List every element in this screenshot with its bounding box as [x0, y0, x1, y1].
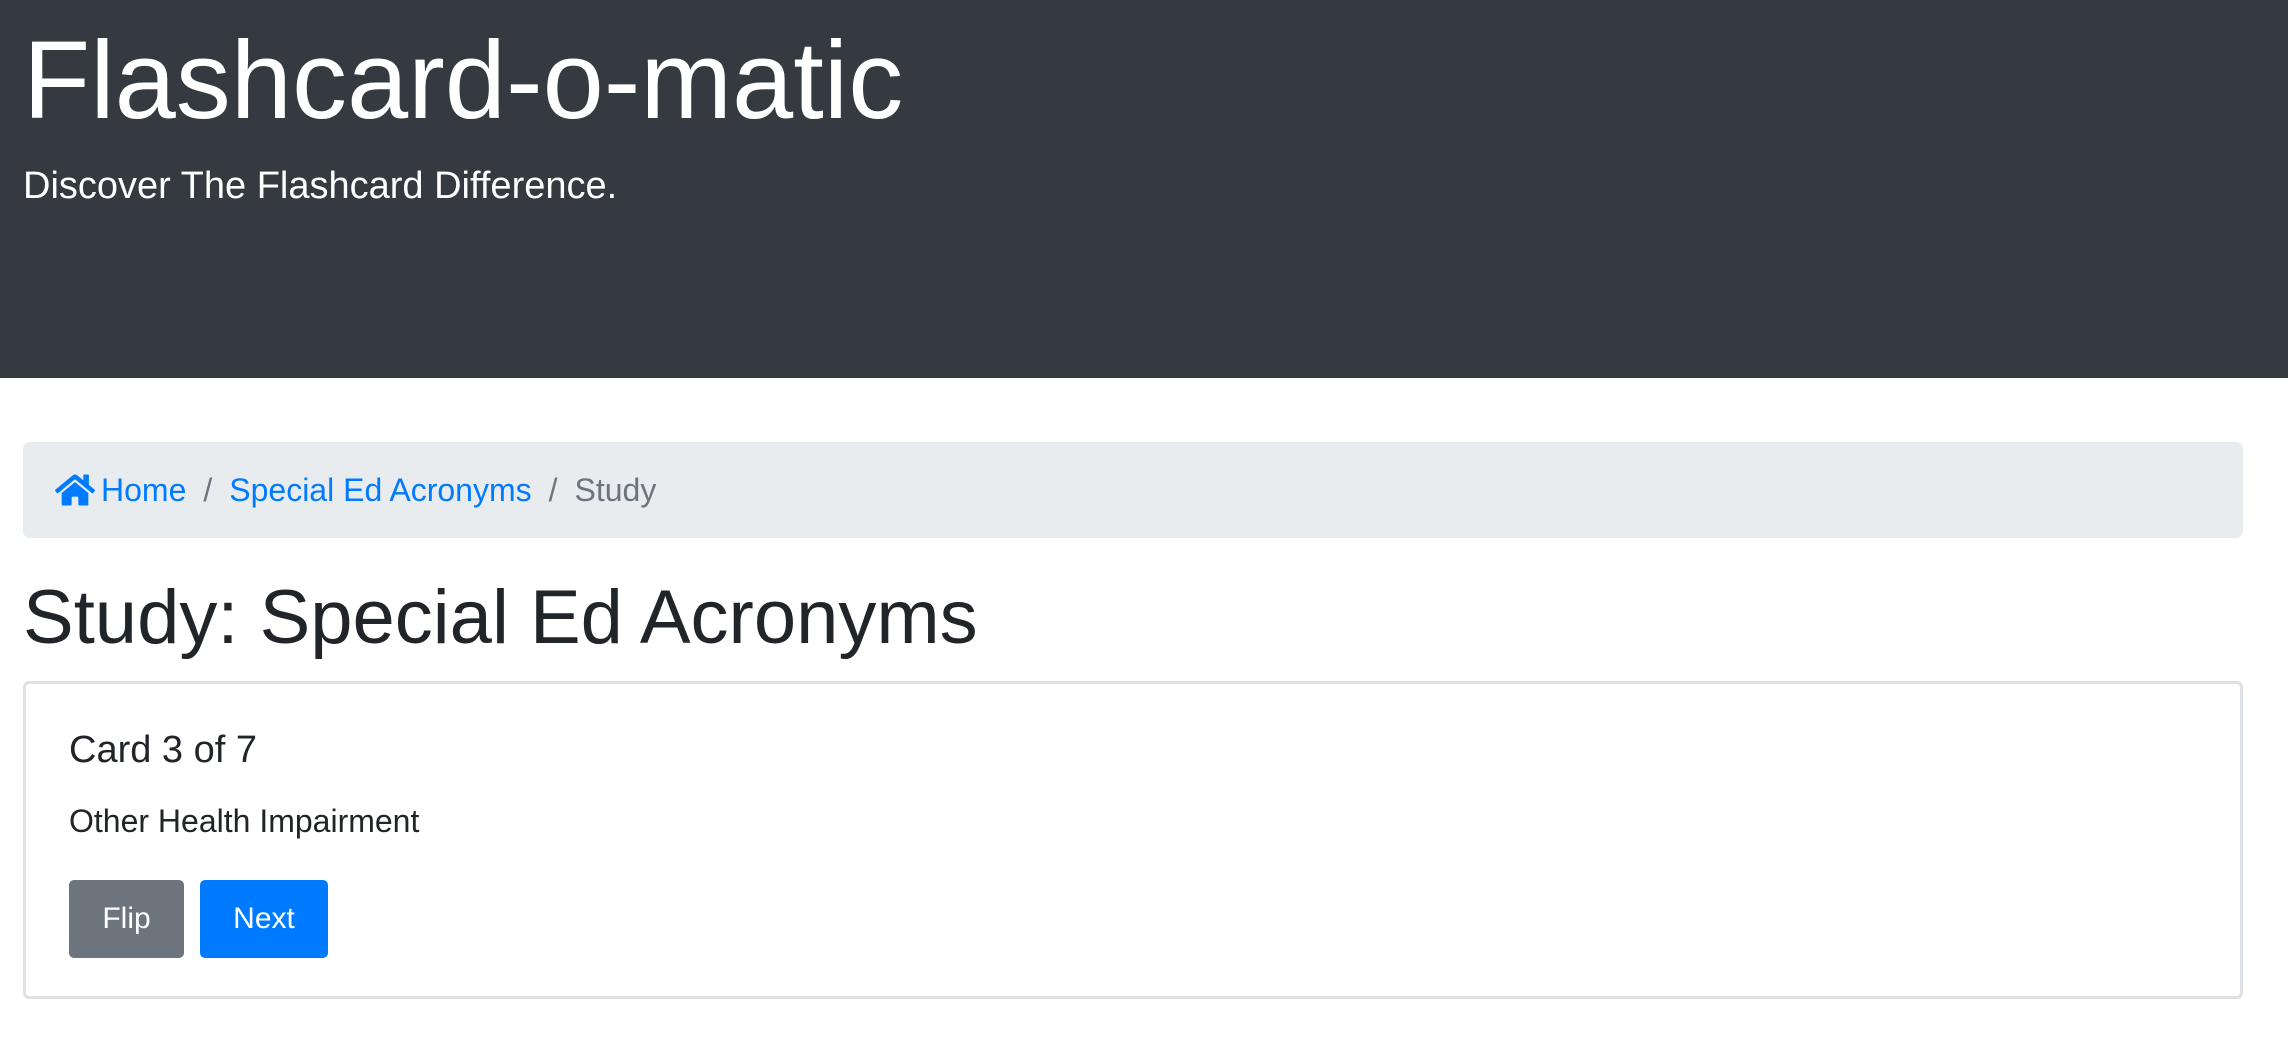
breadcrumb-current: Study [575, 472, 657, 509]
breadcrumb: Home / Special Ed Acronyms / Study [23, 442, 2243, 538]
home-icon[interactable] [55, 472, 95, 508]
app-title: Flashcard-o-matic [23, 19, 904, 142]
app-header: Flashcard-o-matic Discover The Flashcard… [0, 0, 2288, 378]
breadcrumb-separator: / [203, 471, 213, 508]
card-counter: Card 3 of 7 [69, 729, 257, 771]
flashcard: Card 3 of 7 Other Health Impairment Flip… [23, 681, 2243, 999]
flip-button[interactable]: Flip [69, 880, 184, 958]
breadcrumb-deck-link[interactable]: Special Ed Acronyms [229, 472, 531, 509]
breadcrumb-home-link[interactable]: Home [101, 472, 186, 509]
next-button[interactable]: Next [200, 880, 328, 958]
app-tagline: Discover The Flashcard Difference. [23, 165, 618, 207]
breadcrumb-deck[interactable]: Special Ed Acronyms [229, 472, 531, 509]
breadcrumb-current-label: Study [574, 471, 657, 508]
breadcrumb-home[interactable]: Home [55, 472, 186, 509]
page-title: Study: Special Ed Acronyms [23, 575, 978, 660]
card-text: Other Health Impairment [69, 803, 420, 839]
breadcrumb-separator: / [548, 471, 558, 508]
